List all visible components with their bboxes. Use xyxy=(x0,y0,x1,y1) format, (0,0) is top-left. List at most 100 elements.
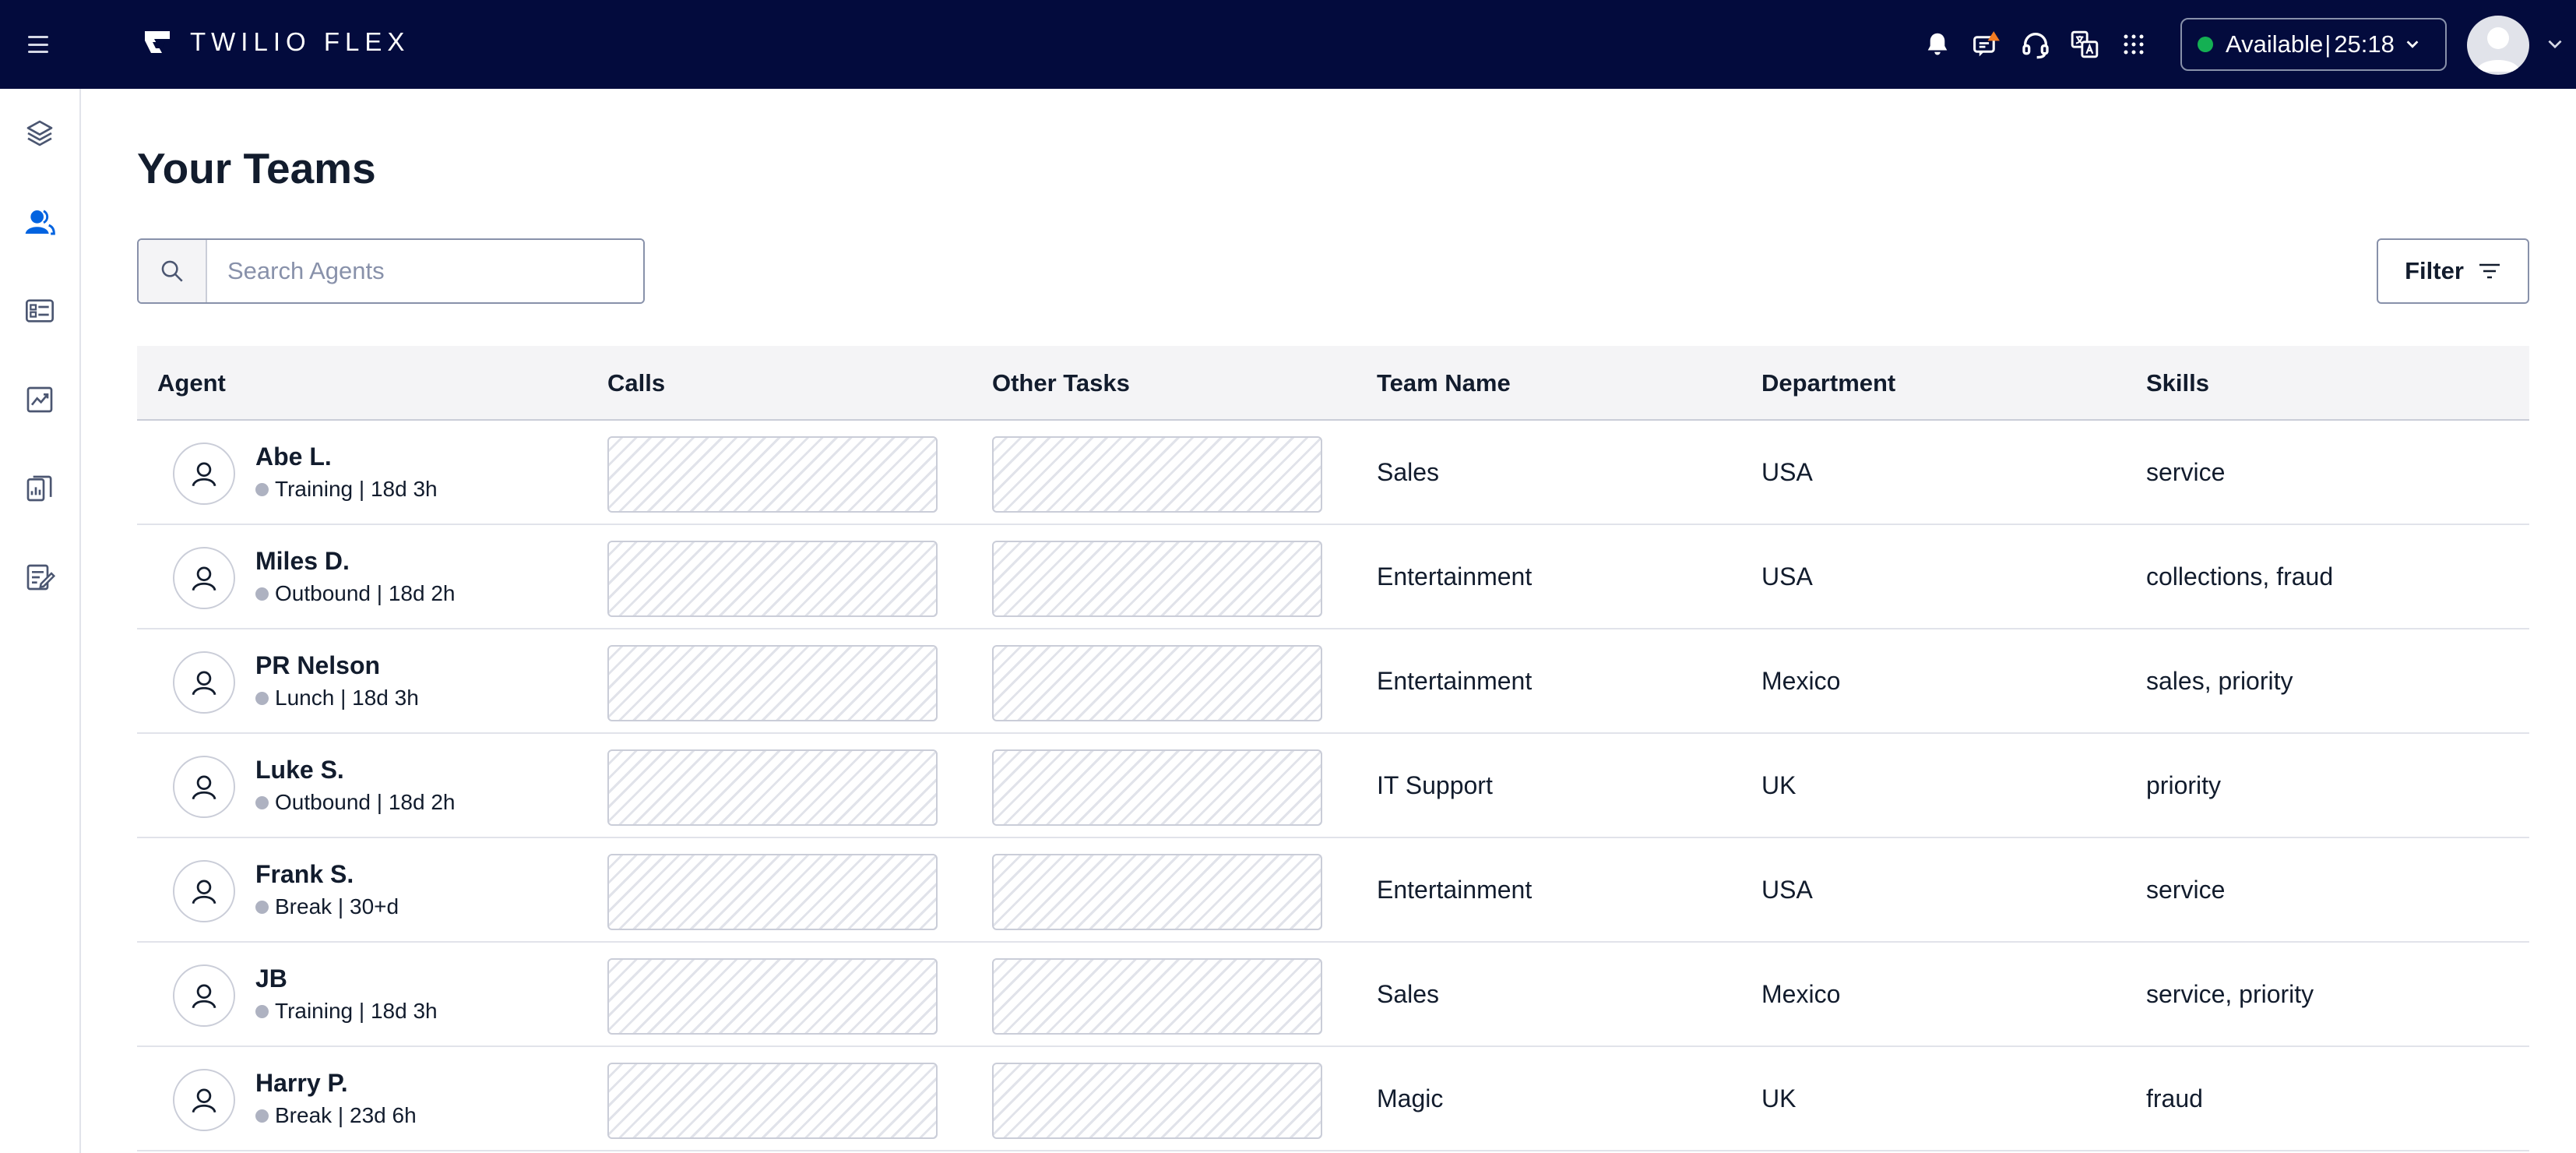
quality-icon xyxy=(26,564,55,591)
layers-icon xyxy=(26,120,53,146)
activity-duration: 18d 3h xyxy=(370,477,438,501)
search-icon xyxy=(161,260,183,282)
agent-search xyxy=(137,238,645,304)
header-icon-group xyxy=(1916,23,2161,65)
agents-icon xyxy=(25,210,55,235)
department-cell: USA xyxy=(1761,458,1813,486)
filter-button-label: Filter xyxy=(2405,257,2464,284)
skills-cell: priority xyxy=(2146,771,2222,799)
table-row[interactable]: Frank S. Break | 30+d Entertainment USA … xyxy=(137,838,2529,943)
activity-label: Break xyxy=(275,1103,333,1127)
dashboards-icon xyxy=(26,475,52,502)
agent-avatar xyxy=(173,1069,235,1131)
agent-icon xyxy=(192,775,216,800)
top-bar: TWILIO FLEX Available | 25:18 xyxy=(0,0,2576,89)
agent-name: JB xyxy=(255,964,287,993)
agent-avatar xyxy=(173,756,235,818)
agent-avatar xyxy=(173,443,235,505)
other-tasks-cell-empty xyxy=(992,1063,1322,1139)
agent-activity: Outbound | 18d 2h xyxy=(255,790,455,815)
column-header-other-tasks[interactable]: Other Tasks xyxy=(992,369,1130,397)
nav-item-quality[interactable] xyxy=(17,555,62,600)
agent-avatar xyxy=(173,860,235,922)
activity-duration: 18d 2h xyxy=(388,581,456,605)
other-tasks-cell-empty xyxy=(992,436,1322,513)
agent-activity: Outbound | 18d 2h xyxy=(255,581,455,606)
other-tasks-cell-empty xyxy=(992,749,1322,826)
agent-name: Luke S. xyxy=(255,756,344,784)
agent-icon xyxy=(192,566,216,591)
agent-activity: Lunch | 18d 3h xyxy=(255,686,419,710)
user-avatar[interactable] xyxy=(2467,16,2529,75)
bell-icon[interactable] xyxy=(1916,23,1959,65)
notification-alert-icon[interactable] xyxy=(1965,23,2008,65)
agent-avatar xyxy=(173,547,235,609)
other-tasks-cell-empty xyxy=(992,541,1322,617)
apps-grid-icon[interactable] xyxy=(2112,23,2155,65)
analytics-icon xyxy=(26,386,53,413)
activity-duration: 18d 3h xyxy=(352,686,419,710)
other-tasks-cell-empty xyxy=(992,958,1322,1035)
skills-cell: service xyxy=(2146,458,2226,486)
agent-name: Miles D. xyxy=(255,547,350,575)
column-header-team-name[interactable]: Team Name xyxy=(1377,369,1511,397)
availability-status-dropdown[interactable]: Available | 25:18 xyxy=(2180,18,2447,71)
activity-dot xyxy=(255,482,269,496)
table-row[interactable]: Abe L. Training | 18d 3h Sales USA servi… xyxy=(137,421,2529,525)
skills-cell: collections, fraud xyxy=(2146,562,2334,591)
menu-icon[interactable] xyxy=(28,33,48,56)
department-cell: Mexico xyxy=(1761,980,1841,1008)
user-avatar-icon xyxy=(2476,27,2520,72)
agent-name: PR Nelson xyxy=(255,651,381,679)
table-header: Agent Calls Other Tasks Team Name Depart… xyxy=(137,346,2529,421)
table-row[interactable]: PR Nelson Lunch | 18d 3h Entertainment M… xyxy=(137,629,2529,734)
activity-label: Lunch xyxy=(275,686,335,710)
nav-item-analytics[interactable] xyxy=(17,377,62,422)
team-name-cell: Entertainment xyxy=(1377,667,1533,695)
translate-icon[interactable] xyxy=(2063,23,2106,65)
team-name-cell: Magic xyxy=(1377,1084,1444,1112)
calls-cell-empty xyxy=(607,854,938,930)
filter-button[interactable]: Filter xyxy=(2377,238,2529,304)
nav-item-layers[interactable] xyxy=(17,111,62,156)
nav-item-dashboards[interactable] xyxy=(17,466,62,511)
agent-icon xyxy=(192,462,216,487)
table-row[interactable]: JB Training | 18d 3h Sales Mexico servic… xyxy=(137,943,2529,1047)
headset-icon[interactable] xyxy=(2014,23,2057,65)
search-icon-box xyxy=(139,240,207,302)
calls-cell-empty xyxy=(607,645,938,721)
department-cell: USA xyxy=(1761,876,1813,904)
column-header-skills[interactable]: Skills xyxy=(2146,369,2209,397)
calls-cell-empty xyxy=(607,1063,938,1139)
column-header-calls[interactable]: Calls xyxy=(607,369,665,397)
flex-logo-icon xyxy=(145,31,170,53)
skills-cell: fraud xyxy=(2146,1084,2203,1112)
team-name-cell: Entertainment xyxy=(1377,876,1533,904)
team-name-cell: IT Support xyxy=(1377,771,1493,799)
department-cell: UK xyxy=(1761,1084,1797,1112)
nav-item-queues[interactable] xyxy=(17,288,62,333)
activity-label: Break xyxy=(275,894,333,919)
search-input[interactable] xyxy=(207,240,643,302)
table-body: Abe L. Training | 18d 3h Sales USA servi… xyxy=(137,421,2529,1151)
skills-cell: service, priority xyxy=(2146,980,2314,1008)
column-header-department[interactable]: Department xyxy=(1761,369,1895,397)
chevron-down-icon xyxy=(2406,41,2419,48)
nav-item-agents[interactable] xyxy=(17,199,62,245)
status-separator: | xyxy=(2324,30,2331,58)
table-row[interactable]: Harry P. Break | 23d 6h Magic UK fraud xyxy=(137,1047,2529,1151)
column-header-agent[interactable]: Agent xyxy=(157,369,226,397)
activity-duration: 18d 2h xyxy=(388,790,456,814)
user-menu-chevron-icon[interactable] xyxy=(2545,34,2565,55)
agent-name: Harry P. xyxy=(255,1069,348,1097)
table-row[interactable]: Miles D. Outbound | 18d 2h Entertainment… xyxy=(137,525,2529,629)
agent-avatar xyxy=(173,651,235,714)
other-tasks-cell-empty xyxy=(992,854,1322,930)
table-row[interactable]: Luke S. Outbound | 18d 2h IT Support UK … xyxy=(137,734,2529,838)
logo-text: TWILIO FLEX xyxy=(190,27,410,56)
page-title: Your Teams xyxy=(137,144,376,192)
activity-label: Outbound xyxy=(275,790,371,814)
activity-label: Training xyxy=(275,477,354,501)
filter-icon xyxy=(2479,263,2500,279)
calls-cell-empty xyxy=(607,958,938,1035)
